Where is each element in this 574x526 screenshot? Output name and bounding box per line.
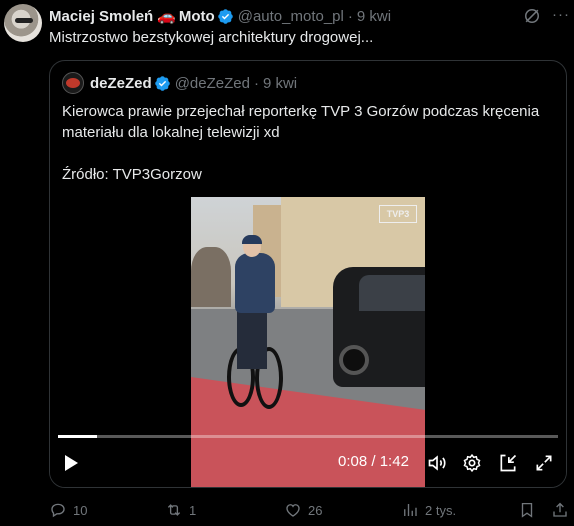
scene-rider-legs bbox=[237, 309, 267, 369]
play-button[interactable] bbox=[60, 451, 82, 475]
volume-button[interactable] bbox=[426, 451, 448, 475]
quote-time: 9 kwi bbox=[262, 74, 298, 92]
video-duration: 1:42 bbox=[379, 453, 409, 470]
video-progress-fill bbox=[58, 435, 97, 438]
scene-car-window bbox=[359, 275, 425, 311]
views-bar-chart-icon bbox=[404, 504, 417, 516]
like-button[interactable]: 26 bbox=[284, 500, 322, 520]
header-separator: · bbox=[347, 7, 353, 25]
avatar-glasses bbox=[15, 18, 33, 23]
tweet-time[interactable]: 9 kwi bbox=[357, 8, 391, 25]
reply-count: 10 bbox=[73, 502, 88, 518]
settings-button[interactable] bbox=[461, 451, 483, 475]
bookmark-button[interactable] bbox=[518, 500, 542, 520]
views-button[interactable]: 2 tys. bbox=[401, 500, 456, 520]
tweet-text: Mistrzostwo bezstykowej architektury dro… bbox=[49, 29, 374, 46]
volume-icon bbox=[428, 455, 446, 471]
author-avatar[interactable] bbox=[4, 4, 42, 42]
author-name-suffix[interactable]: Moto bbox=[179, 8, 215, 25]
video-player[interactable]: TVP3 0:08 / 1:42 bbox=[50, 197, 566, 487]
quote-verified-badge-icon bbox=[154, 75, 170, 91]
more-options-icon[interactable]: ··· bbox=[551, 6, 571, 26]
video-time-separator: / bbox=[371, 453, 376, 470]
share-icon bbox=[553, 502, 567, 517]
scene-rider bbox=[235, 253, 275, 313]
tvp3-channel-logo: TVP3 bbox=[379, 205, 417, 223]
video-current-time: 0:08 bbox=[338, 453, 368, 470]
quote-author-avatar bbox=[62, 72, 84, 94]
quote-author-handle: @deZeZed bbox=[174, 74, 250, 92]
car-emoji-icon: 🚗 bbox=[157, 8, 176, 25]
quote-text-line1: Kierowca prawie przejechał reporterkę TV… bbox=[62, 103, 540, 141]
tweet-header: Maciej Smoleń 🚗 Moto @auto_moto_pl · 9 k… bbox=[49, 7, 391, 26]
picture-in-picture-button[interactable] bbox=[497, 451, 519, 475]
reply-icon bbox=[51, 503, 65, 518]
quote-text-line2: Źródło: TVP3Gorzow bbox=[62, 166, 202, 183]
quote-header: deZeZed @deZeZed · 9 kwi bbox=[62, 72, 298, 94]
scene-car-wheel bbox=[339, 345, 369, 375]
fullscreen-button[interactable] bbox=[533, 451, 555, 475]
bookmark-icon bbox=[521, 502, 533, 518]
author-name[interactable]: Maciej Smoleń bbox=[49, 8, 153, 25]
verified-badge-icon bbox=[217, 8, 233, 24]
video-frame[interactable]: TVP3 bbox=[191, 197, 425, 487]
scene-tree bbox=[191, 247, 231, 307]
reply-button[interactable]: 10 bbox=[49, 500, 87, 520]
retweet-count: 1 bbox=[189, 502, 197, 518]
video-time: 0:08 / 1:42 bbox=[338, 453, 409, 470]
tweet-actions: 10 1 26 2 tys. bbox=[0, 500, 574, 522]
fullscreen-icon bbox=[536, 455, 552, 471]
retweet-icon bbox=[167, 504, 181, 516]
views-count: 2 tys. bbox=[425, 502, 457, 518]
author-handle[interactable]: @auto_moto_pl bbox=[238, 8, 344, 25]
scene-rider-cap bbox=[242, 235, 262, 244]
quote-text: Kierowca prawie przejechał reporterkę TV… bbox=[62, 101, 557, 185]
gear-icon bbox=[463, 453, 481, 473]
share-button[interactable] bbox=[551, 500, 574, 520]
heart-icon bbox=[286, 504, 300, 517]
play-icon bbox=[65, 455, 78, 471]
quote-author-name: deZeZed bbox=[90, 74, 152, 92]
picture-in-picture-icon bbox=[500, 454, 517, 472]
like-count: 26 bbox=[308, 502, 323, 518]
retweet-button[interactable]: 1 bbox=[165, 500, 196, 520]
video-progress-bar[interactable] bbox=[58, 435, 558, 438]
quote-header-separator: · bbox=[253, 74, 259, 92]
grok-icon[interactable] bbox=[522, 6, 542, 26]
quoted-tweet[interactable]: deZeZed @deZeZed · 9 kwi Kierowca prawie… bbox=[49, 60, 567, 488]
